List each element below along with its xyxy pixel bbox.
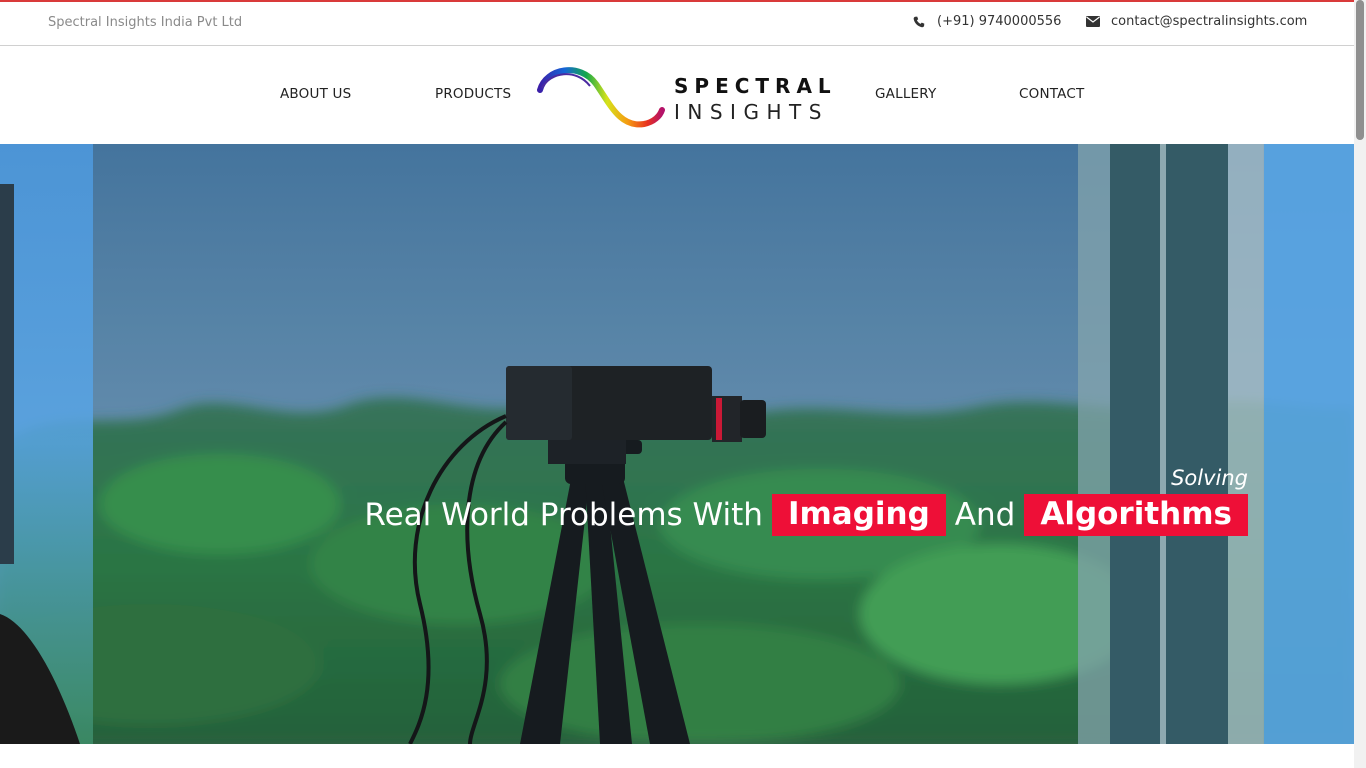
nav-products[interactable]: PRODUCTS xyxy=(435,86,511,102)
hero-text-1: Real World Problems With xyxy=(364,497,763,533)
hero-banner: Solving Real World Problems With Imaging… xyxy=(0,144,1354,744)
contact-phone[interactable]: (+91) 9740000556 xyxy=(912,14,1061,29)
site-logo[interactable]: SPECTRAL INSIGHTS xyxy=(536,62,831,130)
logo-text-spectral: SPECTRAL xyxy=(674,74,837,98)
hero-text-2: And xyxy=(954,497,1016,533)
scrollbar-thumb[interactable] xyxy=(1356,0,1364,140)
logo-text-insights: INSIGHTS xyxy=(674,100,829,124)
page-bottom-area xyxy=(0,744,1354,768)
nav-gallery[interactable]: GALLERY xyxy=(875,86,936,102)
main-navigation: ABOUT US PRODUCTS SPECTRAL INSIGHTS GALL… xyxy=(0,46,1354,144)
company-name: Spectral Insights India Pvt Ltd xyxy=(48,15,243,30)
hero-tagline: Real World Problems With Imaging And Alg… xyxy=(364,494,1248,536)
email-address: contact@spectralinsights.com xyxy=(1111,14,1308,29)
top-contact-bar: Spectral Insights India Pvt Ltd (+91) 97… xyxy=(0,0,1354,46)
envelope-icon xyxy=(1086,15,1100,29)
page: Spectral Insights India Pvt Ltd (+91) 97… xyxy=(0,0,1366,768)
vertical-scrollbar[interactable] xyxy=(1354,0,1366,768)
nav-about-us[interactable]: ABOUT US xyxy=(280,86,351,102)
logo-swirl-icon xyxy=(537,67,665,128)
hero-kicker: Solving xyxy=(1171,466,1248,490)
contact-email[interactable]: contact@spectralinsights.com xyxy=(1086,14,1307,29)
phone-icon xyxy=(912,15,926,29)
hero-highlight-imaging: Imaging xyxy=(771,494,946,536)
nav-contact[interactable]: CONTACT xyxy=(1019,86,1084,102)
hero-highlight-algorithms: Algorithms xyxy=(1024,494,1248,536)
hero-camera-on-tripod-image xyxy=(0,144,1354,744)
phone-number: (+91) 9740000556 xyxy=(937,14,1062,29)
